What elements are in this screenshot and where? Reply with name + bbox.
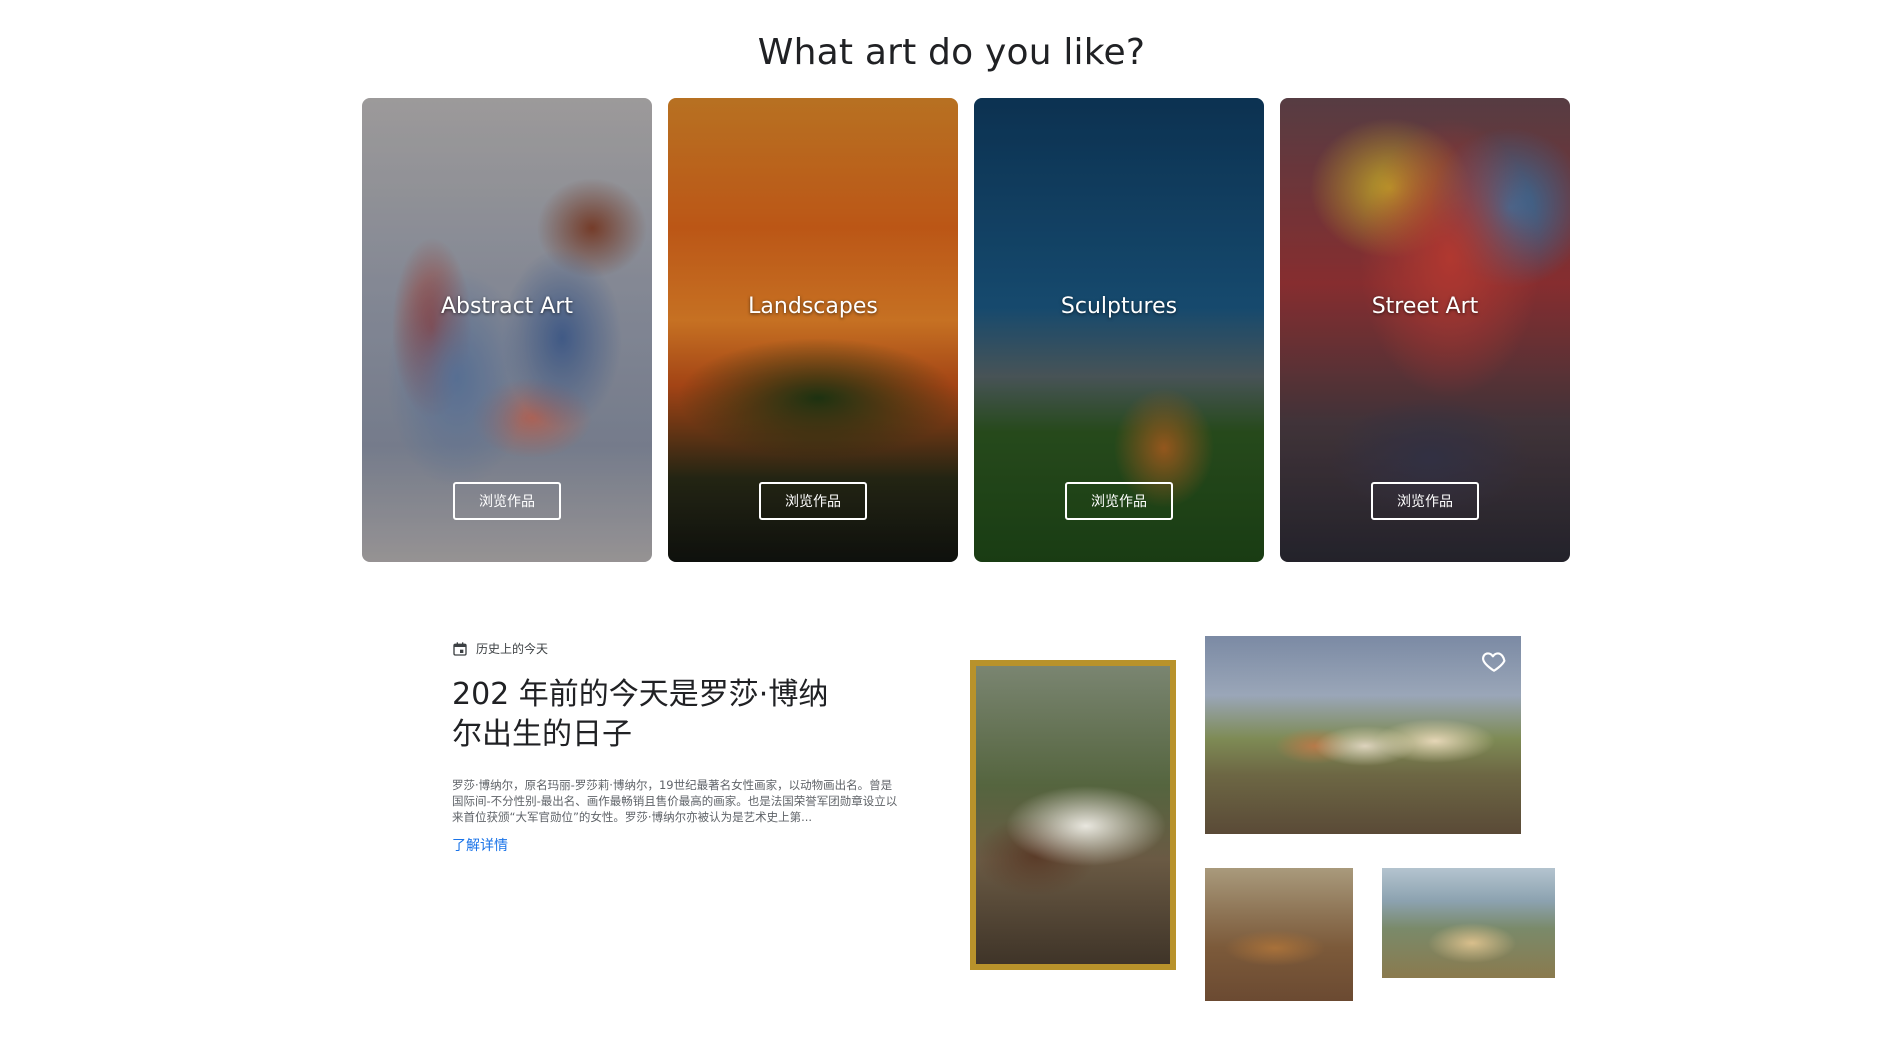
on-this-day-kicker: 历史上的今天: [452, 640, 912, 657]
browse-works-button[interactable]: 浏览作品: [1065, 482, 1173, 520]
learn-more-link[interactable]: 了解详情: [452, 835, 508, 855]
category-title: Street Art: [1371, 294, 1479, 319]
page: What art do you like? Abstract Art 浏览作品 …: [0, 0, 1903, 1037]
artwork-sheep-by-sea[interactable]: [1382, 868, 1555, 978]
browse-works-button[interactable]: 浏览作品: [759, 482, 867, 520]
category-card-abstract-art[interactable]: Abstract Art 浏览作品: [362, 98, 652, 562]
on-this-day-description: 罗莎·博纳尔，原名玛丽-罗莎莉·博纳尔，19世纪最著名女性画家，以动物画出名。曾…: [452, 778, 898, 824]
category-card-landscapes[interactable]: Landscapes 浏览作品: [668, 98, 958, 562]
on-this-day-section: 历史上的今天 202 年前的今天是罗莎·博纳尔出生的日子 罗莎·博纳尔，原名玛丽…: [452, 640, 912, 855]
artwork-lions[interactable]: [1205, 868, 1353, 1001]
category-title: Landscapes: [748, 294, 878, 319]
on-this-day-title: 202 年前的今天是罗莎·博纳尔出生的日子: [452, 677, 829, 752]
art-category-cards: Abstract Art 浏览作品 Landscapes 浏览作品 Sculpt…: [362, 98, 1571, 562]
section-heading: What art do you like?: [757, 32, 1146, 74]
artwork-ploughing-oxen[interactable]: [1205, 636, 1521, 834]
category-card-street-art[interactable]: Street Art 浏览作品: [1280, 98, 1570, 562]
browse-works-button[interactable]: 浏览作品: [1371, 482, 1479, 520]
calendar-icon: [453, 641, 467, 656]
category-card-sculptures[interactable]: Sculptures 浏览作品: [974, 98, 1264, 562]
heart-outline-icon[interactable]: [1481, 648, 1507, 674]
browse-works-button[interactable]: 浏览作品: [453, 482, 561, 520]
category-title: Abstract Art: [440, 294, 574, 319]
category-title: Sculptures: [1060, 294, 1178, 319]
on-this-day-label: 历史上的今天: [476, 642, 549, 656]
artwork-horse-fair[interactable]: [970, 660, 1176, 970]
